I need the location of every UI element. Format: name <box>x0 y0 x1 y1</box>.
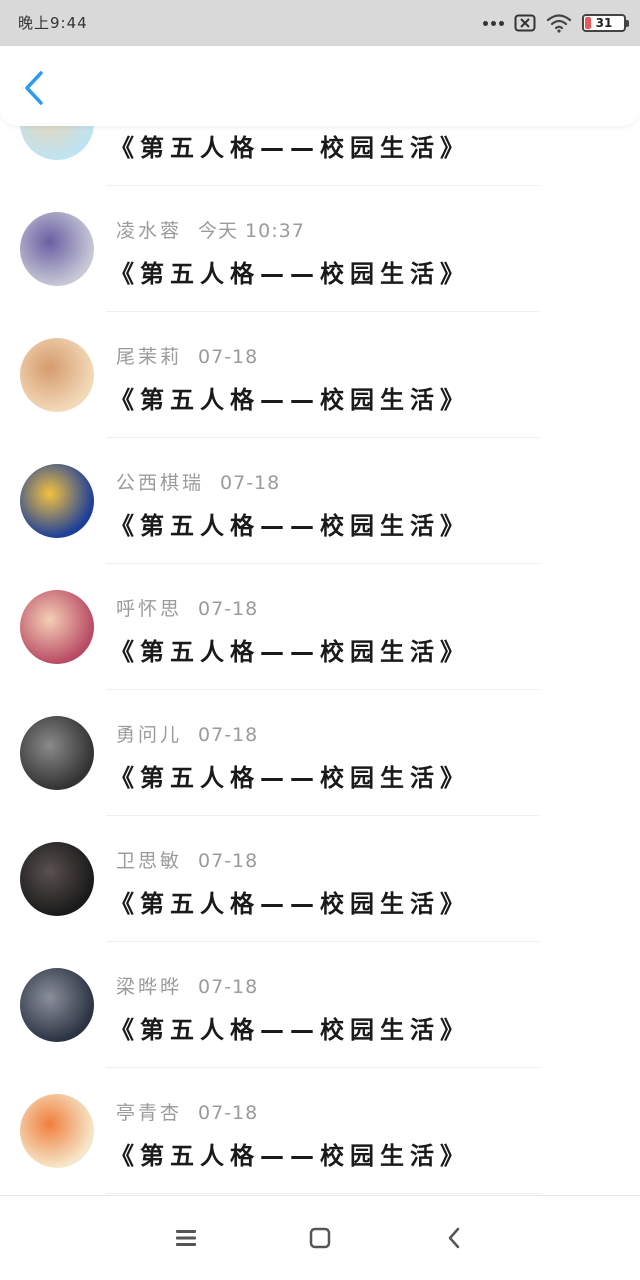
sender-name: 亭青杏 <box>116 1102 183 1124</box>
sender-name: 公西棋瑞 <box>116 472 205 494</box>
avatar[interactable] <box>20 590 94 664</box>
sender-meta: 公西棋瑞 07-18 <box>116 468 280 495</box>
chat-list-item[interactable]: 凌水蓉 今天 10:37 《第五人格——校园生活》 <box>0 186 640 312</box>
chat-list-item[interactable]: 梁晔晔 07-18 《第五人格——校园生活》 <box>0 942 640 1068</box>
message-time: 07-18 <box>198 850 259 872</box>
home-square-icon <box>309 1227 331 1249</box>
sender-meta: 亭青杏 07-18 <box>116 1098 258 1125</box>
avatar[interactable] <box>20 212 94 286</box>
avatar[interactable] <box>20 464 94 538</box>
chevron-left-icon <box>25 71 43 105</box>
sender-name: 梁晔晔 <box>116 976 183 998</box>
status-icons: 31 <box>483 12 629 34</box>
wifi-icon <box>546 14 572 33</box>
status-time: 晚上9:44 <box>18 14 88 32</box>
more-dots-icon <box>483 20 504 26</box>
menu-icon <box>176 1230 196 1246</box>
back-button[interactable] <box>16 68 52 108</box>
message-text: 《第五人格——校园生活》 <box>110 764 470 792</box>
avatar[interactable] <box>20 716 94 790</box>
battery-icon: 31 <box>582 14 629 32</box>
system-nav-bar <box>0 1195 640 1280</box>
avatar[interactable] <box>20 842 94 916</box>
message-time: 07-18 <box>198 976 259 998</box>
sender-name: 凌水蓉 <box>116 220 183 242</box>
sender-meta: 尾茉莉 07-18 <box>116 342 258 369</box>
avatar[interactable] <box>20 1094 94 1168</box>
sender-name: 卫思敏 <box>116 850 183 872</box>
chat-list-item[interactable]: 公西棋瑞 07-18 《第五人格——校园生活》 <box>0 438 640 564</box>
home-button[interactable] <box>304 1222 336 1254</box>
sender-meta: 勇问儿 07-18 <box>116 720 258 747</box>
divider <box>106 1193 540 1194</box>
menu-button[interactable] <box>170 1222 202 1254</box>
chat-list-item[interactable]: 勇问儿 07-18 《第五人格——校园生活》 <box>0 690 640 816</box>
chat-list-item[interactable]: 亭青杏 07-18 《第五人格——校园生活》 <box>0 1068 640 1194</box>
message-time: 07-18 <box>198 1102 259 1124</box>
sender-meta: 呼怀思 07-18 <box>116 594 258 621</box>
status-bar: 晚上9:44 31 <box>0 0 640 46</box>
message-text: 《第五人格——校园生活》 <box>110 638 470 666</box>
message-list[interactable]: 《第五人格——校园生活》 凌水蓉 今天 10:37 《第五人格——校园生活》 尾茉莉 07… <box>0 0 640 1195</box>
chat-list-item[interactable]: 呼怀思 07-18 《第五人格——校园生活》 <box>0 564 640 690</box>
message-text: 《第五人格——校园生活》 <box>110 386 470 414</box>
message-text: 《第五人格——校园生活》 <box>110 260 470 288</box>
sender-meta: 卫思敏 07-18 <box>116 846 258 873</box>
top-header <box>0 46 640 126</box>
sender-name: 勇问儿 <box>116 724 183 746</box>
chat-list-screen: 《第五人格——校园生活》 凌水蓉 今天 10:37 《第五人格——校园生活》 尾茉莉 07… <box>0 0 640 1280</box>
sender-meta: 梁晔晔 07-18 <box>116 972 258 999</box>
avatar[interactable] <box>20 968 94 1042</box>
sender-meta: 凌水蓉 今天 10:37 <box>116 216 305 243</box>
message-text: 《第五人格——校园生活》 <box>110 1016 470 1044</box>
back-nav-button[interactable] <box>438 1222 470 1254</box>
sender-name: 尾茉莉 <box>116 346 183 368</box>
chat-list-item[interactable]: 卫思敏 07-18 《第五人格——校园生活》 <box>0 816 640 942</box>
chat-list-item[interactable]: 尾茉莉 07-18 《第五人格——校园生活》 <box>0 312 640 438</box>
sender-name: 呼怀思 <box>116 598 183 620</box>
avatar[interactable] <box>20 338 94 412</box>
message-text: 《第五人格——校园生活》 <box>110 512 470 540</box>
message-time: 今天 10:37 <box>198 220 305 242</box>
message-time: 07-18 <box>198 724 259 746</box>
message-time: 07-18 <box>220 472 281 494</box>
message-text: 《第五人格——校园生活》 <box>110 890 470 918</box>
message-text: 《第五人格——校园生活》 <box>110 134 470 162</box>
close-box-icon <box>514 14 536 32</box>
message-text: 《第五人格——校园生活》 <box>110 1142 470 1170</box>
message-time: 07-18 <box>198 346 259 368</box>
back-chevron-icon <box>448 1227 460 1249</box>
message-time: 07-18 <box>198 598 259 620</box>
